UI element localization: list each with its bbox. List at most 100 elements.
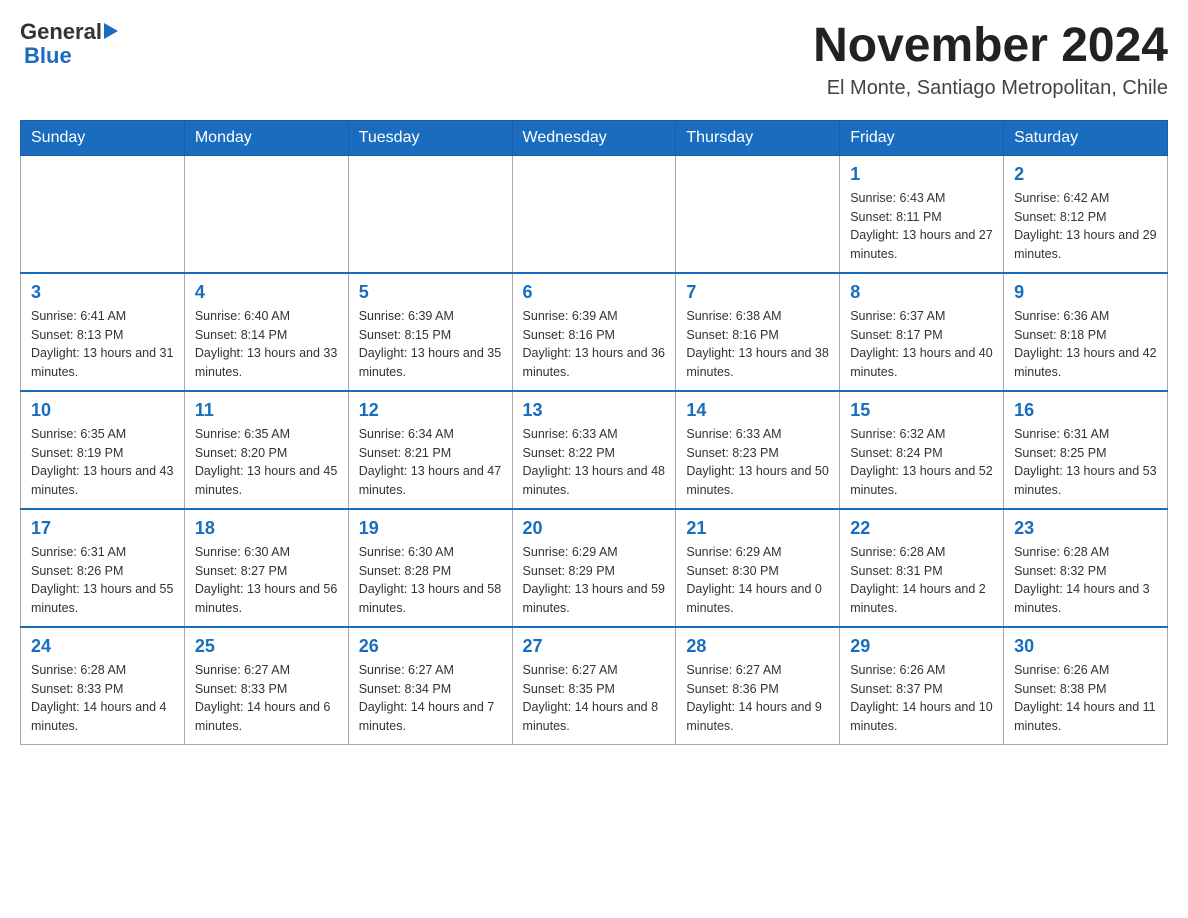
- day-number: 14: [686, 400, 829, 421]
- logo-arrow-icon: [104, 21, 122, 41]
- calendar-cell: 26 Sunrise: 6:27 AMSunset: 8:34 PMDayligh…: [348, 627, 512, 745]
- weekday-header-saturday: Saturday: [1004, 120, 1168, 155]
- day-number: 11: [195, 400, 338, 421]
- day-info: Sunrise: 6:29 AMSunset: 8:29 PMDaylight:…: [523, 543, 666, 618]
- weekday-header-monday: Monday: [184, 120, 348, 155]
- calendar-cell: 6 Sunrise: 6:39 AMSunset: 8:16 PMDaylight…: [512, 273, 676, 391]
- calendar-cell: 9 Sunrise: 6:36 AMSunset: 8:18 PMDaylight…: [1004, 273, 1168, 391]
- day-number: 21: [686, 518, 829, 539]
- day-number: 27: [523, 636, 666, 657]
- calendar-cell: [21, 155, 185, 273]
- calendar-cell: 5Sunrise: 6:39 AMSunset: 8:15 PMDaylight…: [348, 273, 512, 391]
- day-info: Sunrise: 6:28 AMSunset: 8:31 PMDaylight:…: [850, 543, 993, 618]
- day-info: Sunrise: 6:41 AMSunset: 8:13 PMDaylight:…: [31, 307, 174, 382]
- day-number: 25: [195, 636, 338, 657]
- day-number: 26: [359, 636, 502, 657]
- day-info: Sunrise: 6:27 AMSunset: 8:35 PMDaylight:…: [523, 661, 666, 736]
- calendar-cell: 14 Sunrise: 6:33 AMSunset: 8:23 PMDayligh…: [676, 391, 840, 509]
- day-info: Sunrise: 6:27 AMSunset: 8:36 PMDaylight:…: [686, 661, 829, 736]
- calendar-cell: [348, 155, 512, 273]
- logo-general: General: [20, 20, 102, 44]
- day-info: Sunrise: 6:43 AMSunset: 8:11 PMDaylight:…: [850, 189, 993, 264]
- day-number: 16: [1014, 400, 1157, 421]
- day-info: Sunrise: 6:40 AMSunset: 8:14 PMDaylight:…: [195, 307, 338, 382]
- day-info: Sunrise: 6:34 AMSunset: 8:21 PMDaylight:…: [359, 425, 502, 500]
- day-number: 1: [850, 164, 993, 185]
- calendar-cell: 13 Sunrise: 6:33 AMSunset: 8:22 PMDayligh…: [512, 391, 676, 509]
- calendar-cell: 12 Sunrise: 6:34 AMSunset: 8:21 PMDayligh…: [348, 391, 512, 509]
- day-info: Sunrise: 6:30 AMSunset: 8:28 PMDaylight:…: [359, 543, 502, 618]
- day-number: 23: [1014, 518, 1157, 539]
- calendar-cell: 30 Sunrise: 6:26 AMSunset: 8:38 PMDayligh…: [1004, 627, 1168, 745]
- weekday-header-friday: Friday: [840, 120, 1004, 155]
- day-info: Sunrise: 6:33 AMSunset: 8:22 PMDaylight:…: [523, 425, 666, 500]
- day-number: 29: [850, 636, 993, 657]
- location-title: El Monte, Santiago Metropolitan, Chile: [813, 77, 1168, 100]
- day-info: Sunrise: 6:36 AMSunset: 8:18 PMDaylight:…: [1014, 307, 1157, 382]
- logo: General Blue: [20, 20, 122, 68]
- day-info: Sunrise: 6:42 AMSunset: 8:12 PMDaylight:…: [1014, 189, 1157, 264]
- month-title: November 2024: [813, 20, 1168, 73]
- day-number: 20: [523, 518, 666, 539]
- day-info: Sunrise: 6:27 AMSunset: 8:33 PMDaylight:…: [195, 661, 338, 736]
- weekday-header-tuesday: Tuesday: [348, 120, 512, 155]
- calendar-cell: [512, 155, 676, 273]
- week-row-0: 1 Sunrise: 6:43 AMSunset: 8:11 PMDaylight…: [21, 155, 1168, 273]
- day-number: 12: [359, 400, 502, 421]
- calendar-cell: 15 Sunrise: 6:32 AMSunset: 8:24 PMDayligh…: [840, 391, 1004, 509]
- day-number: 6: [523, 282, 666, 303]
- calendar-cell: 21 Sunrise: 6:29 AMSunset: 8:30 PMDayligh…: [676, 509, 840, 627]
- calendar-cell: 28Sunrise: 6:27 AMSunset: 8:36 PMDayligh…: [676, 627, 840, 745]
- calendar-cell: 4 Sunrise: 6:40 AMSunset: 8:14 PMDaylight…: [184, 273, 348, 391]
- day-info: Sunrise: 6:37 AMSunset: 8:17 PMDaylight:…: [850, 307, 993, 382]
- day-info: Sunrise: 6:27 AMSunset: 8:34 PMDaylight:…: [359, 661, 502, 736]
- day-info: Sunrise: 6:33 AMSunset: 8:23 PMDaylight:…: [686, 425, 829, 500]
- day-number: 18: [195, 518, 338, 539]
- calendar-cell: 11 Sunrise: 6:35 AMSunset: 8:20 PMDayligh…: [184, 391, 348, 509]
- day-info: Sunrise: 6:39 AMSunset: 8:15 PMDaylight:…: [359, 307, 502, 382]
- day-number: 3: [31, 282, 174, 303]
- day-number: 15: [850, 400, 993, 421]
- day-number: 10: [31, 400, 174, 421]
- week-row-3: 17 Sunrise: 6:31 AMSunset: 8:26 PMDayligh…: [21, 509, 1168, 627]
- calendar-cell: 19Sunrise: 6:30 AMSunset: 8:28 PMDayligh…: [348, 509, 512, 627]
- day-info: Sunrise: 6:28 AMSunset: 8:32 PMDaylight:…: [1014, 543, 1157, 618]
- day-info: Sunrise: 6:26 AMSunset: 8:37 PMDaylight:…: [850, 661, 993, 736]
- calendar-cell: 18Sunrise: 6:30 AMSunset: 8:27 PMDayligh…: [184, 509, 348, 627]
- day-number: 13: [523, 400, 666, 421]
- week-row-1: 3 Sunrise: 6:41 AMSunset: 8:13 PMDaylight…: [21, 273, 1168, 391]
- day-info: Sunrise: 6:26 AMSunset: 8:38 PMDaylight:…: [1014, 661, 1157, 736]
- calendar-cell: 1 Sunrise: 6:43 AMSunset: 8:11 PMDaylight…: [840, 155, 1004, 273]
- calendar-cell: 22 Sunrise: 6:28 AMSunset: 8:31 PMDayligh…: [840, 509, 1004, 627]
- calendar-cell: 23 Sunrise: 6:28 AMSunset: 8:32 PMDayligh…: [1004, 509, 1168, 627]
- calendar-cell: 17 Sunrise: 6:31 AMSunset: 8:26 PMDayligh…: [21, 509, 185, 627]
- calendar-cell: 20 Sunrise: 6:29 AMSunset: 8:29 PMDayligh…: [512, 509, 676, 627]
- calendar-cell: 24Sunrise: 6:28 AMSunset: 8:33 PMDayligh…: [21, 627, 185, 745]
- calendar-cell: 3 Sunrise: 6:41 AMSunset: 8:13 PMDaylight…: [21, 273, 185, 391]
- day-info: Sunrise: 6:38 AMSunset: 8:16 PMDaylight:…: [686, 307, 829, 382]
- calendar-table: SundayMondayTuesdayWednesdayThursdayFrid…: [20, 120, 1168, 745]
- day-info: Sunrise: 6:31 AMSunset: 8:26 PMDaylight:…: [31, 543, 174, 618]
- day-number: 30: [1014, 636, 1157, 657]
- day-info: Sunrise: 6:39 AMSunset: 8:16 PMDaylight:…: [523, 307, 666, 382]
- day-info: Sunrise: 6:29 AMSunset: 8:30 PMDaylight:…: [686, 543, 829, 618]
- day-info: Sunrise: 6:32 AMSunset: 8:24 PMDaylight:…: [850, 425, 993, 500]
- day-number: 7: [686, 282, 829, 303]
- calendar-cell: 27 Sunrise: 6:27 AMSunset: 8:35 PMDayligh…: [512, 627, 676, 745]
- calendar-cell: 8Sunrise: 6:37 AMSunset: 8:17 PMDaylight…: [840, 273, 1004, 391]
- day-number: 24: [31, 636, 174, 657]
- title-section: November 2024 El Monte, Santiago Metropo…: [813, 20, 1168, 100]
- day-number: 22: [850, 518, 993, 539]
- week-row-4: 24Sunrise: 6:28 AMSunset: 8:33 PMDayligh…: [21, 627, 1168, 745]
- day-number: 2: [1014, 164, 1157, 185]
- day-info: Sunrise: 6:35 AMSunset: 8:19 PMDaylight:…: [31, 425, 174, 500]
- weekday-header-sunday: Sunday: [21, 120, 185, 155]
- day-number: 4: [195, 282, 338, 303]
- calendar-cell: 25 Sunrise: 6:27 AMSunset: 8:33 PMDayligh…: [184, 627, 348, 745]
- day-number: 9: [1014, 282, 1157, 303]
- calendar-cell: 16Sunrise: 6:31 AMSunset: 8:25 PMDayligh…: [1004, 391, 1168, 509]
- day-info: Sunrise: 6:35 AMSunset: 8:20 PMDaylight:…: [195, 425, 338, 500]
- weekday-header-thursday: Thursday: [676, 120, 840, 155]
- calendar-cell: 29 Sunrise: 6:26 AMSunset: 8:37 PMDayligh…: [840, 627, 1004, 745]
- day-number: 17: [31, 518, 174, 539]
